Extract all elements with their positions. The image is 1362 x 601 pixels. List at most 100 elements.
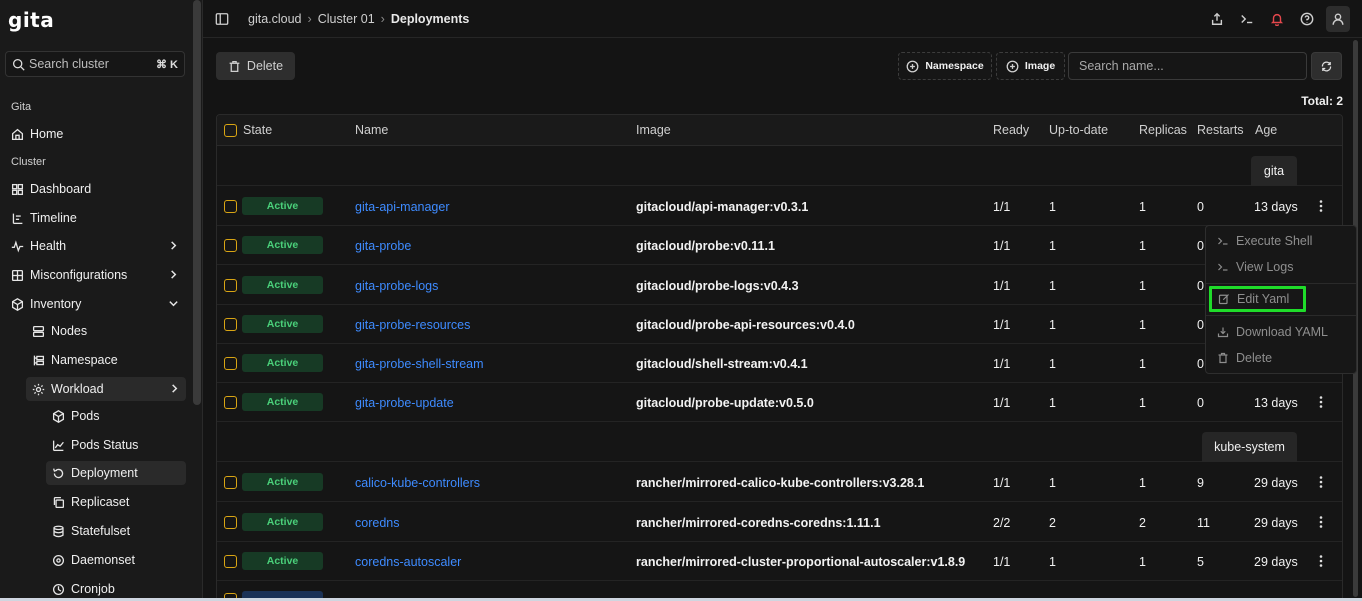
table-row[interactable]: Active coredns-autoscaler rancher/mirrored… bbox=[217, 542, 1342, 581]
cell-restarts: 0 bbox=[1197, 318, 1204, 332]
top-bar: gita.cloud › Cluster 01 › Deployments bbox=[203, 0, 1362, 38]
user-menu-button[interactable] bbox=[1326, 6, 1350, 32]
row-actions-button[interactable] bbox=[1314, 199, 1328, 213]
row-actions-button[interactable] bbox=[1314, 475, 1328, 489]
table-row[interactable]: Active gita-probe-shell-stream gitacloud/s… bbox=[217, 344, 1342, 383]
cell-name[interactable]: gita-api-manager bbox=[355, 200, 450, 214]
cell-name[interactable]: gita-probe-resources bbox=[355, 318, 470, 332]
column-header-age[interactable]: Age bbox=[1255, 123, 1277, 137]
sidebar-item-nodes[interactable]: Nodes bbox=[26, 319, 186, 343]
sidebar-scrollbar[interactable] bbox=[193, 0, 201, 405]
cell-uptodate: 1 bbox=[1049, 396, 1056, 410]
cell-ready: 1/1 bbox=[993, 279, 1011, 293]
menu-item-download-yaml[interactable]: Download YAML bbox=[1206, 320, 1356, 344]
sidebar-item-pods-status[interactable]: Pods Status bbox=[46, 433, 186, 457]
cell-name[interactable]: coredns-autoscaler bbox=[355, 555, 461, 569]
row-checkbox[interactable] bbox=[224, 200, 237, 213]
status-badge: Active bbox=[242, 315, 323, 333]
cell-ready: 1/1 bbox=[993, 318, 1011, 332]
share-button[interactable] bbox=[1206, 7, 1228, 31]
sidebar-item-inventory[interactable]: Inventory bbox=[5, 292, 185, 316]
row-checkbox[interactable] bbox=[224, 396, 237, 409]
delete-button-label: Delete bbox=[246, 59, 284, 73]
row-actions-button[interactable] bbox=[1314, 515, 1328, 529]
status-badge: Active bbox=[242, 236, 323, 254]
column-header-name[interactable]: Name bbox=[355, 123, 388, 137]
sidebar-item-deployment[interactable]: Deployment bbox=[46, 461, 186, 485]
help-icon bbox=[1300, 12, 1314, 26]
menu-item-edit-yaml[interactable]: Edit Yaml bbox=[1209, 286, 1306, 312]
column-header-uptodate[interactable]: Up-to-date bbox=[1049, 123, 1108, 137]
terminal-button[interactable] bbox=[1236, 7, 1258, 31]
row-checkbox[interactable] bbox=[224, 476, 237, 489]
app-logo[interactable]: gita bbox=[8, 8, 54, 32]
row-checkbox[interactable] bbox=[224, 318, 237, 331]
cell-uptodate: 2 bbox=[1049, 516, 1056, 530]
cell-name[interactable]: gita-probe-logs bbox=[355, 279, 438, 293]
row-actions-button[interactable] bbox=[1314, 395, 1328, 409]
row-checkbox[interactable] bbox=[224, 516, 237, 529]
cell-name[interactable]: gita-probe bbox=[355, 239, 411, 253]
sidebar-item-statefulset[interactable]: Statefulset bbox=[46, 519, 186, 543]
column-header-ready[interactable]: Ready bbox=[993, 123, 1029, 137]
menu-item-execute-shell[interactable]: Execute Shell bbox=[1206, 229, 1356, 253]
sidebar-item-label: Pods bbox=[71, 409, 100, 423]
table-row[interactable]: Active coredns rancher/mirrored-coredns-co… bbox=[217, 503, 1342, 542]
table-row[interactable]: Active calico-kube-controllers rancher/mir… bbox=[217, 463, 1342, 502]
column-header-image[interactable]: Image bbox=[636, 123, 671, 137]
breadcrumb-root[interactable]: gita.cloud bbox=[248, 12, 302, 26]
sidebar-item-health[interactable]: Health bbox=[5, 234, 185, 258]
table-row[interactable]: Active gita-probe-resources gitacloud/prob… bbox=[217, 305, 1342, 344]
column-header-restarts[interactable]: Restarts bbox=[1197, 123, 1244, 137]
share-icon bbox=[1211, 12, 1223, 25]
search-icon bbox=[12, 58, 25, 71]
cell-name[interactable]: calico-kube-controllers bbox=[355, 476, 480, 490]
refresh-button[interactable] bbox=[1311, 52, 1342, 80]
table-row[interactable]: Active gita-probe-update gitacloud/probe-u… bbox=[217, 383, 1342, 422]
menu-item-view-logs[interactable]: View Logs bbox=[1206, 255, 1356, 279]
delete-button[interactable]: Delete bbox=[216, 52, 295, 80]
image-filter-label: Image bbox=[1024, 60, 1056, 72]
sidebar-toggle-icon[interactable] bbox=[215, 12, 229, 26]
sidebar-item-replicaset[interactable]: Replicaset bbox=[46, 490, 186, 514]
menu-item-delete[interactable]: Delete bbox=[1206, 346, 1356, 370]
namespace-filter-button[interactable]: Namespace bbox=[898, 52, 992, 80]
sidebar-item-dashboard[interactable]: Dashboard bbox=[5, 177, 185, 201]
status-badge: Active bbox=[242, 276, 323, 294]
row-checkbox[interactable] bbox=[224, 357, 237, 370]
row-checkbox[interactable] bbox=[224, 555, 237, 568]
cell-name[interactable]: gita-probe-shell-stream bbox=[355, 357, 484, 371]
bell-icon bbox=[1270, 13, 1284, 26]
row-checkbox[interactable] bbox=[224, 239, 237, 252]
sidebar-item-misconfigurations[interactable]: Misconfigurations bbox=[5, 263, 185, 287]
row-context-menu: Execute Shell View Logs Edit Yaml Downlo… bbox=[1205, 225, 1357, 374]
top-actions bbox=[1206, 6, 1350, 32]
home-icon bbox=[11, 128, 24, 140]
table-row[interactable]: Active gita-probe-logs gitacloud/probe-log… bbox=[217, 266, 1342, 305]
column-header-replicas[interactable]: Replicas bbox=[1139, 123, 1187, 137]
help-button[interactable] bbox=[1296, 7, 1318, 31]
sidebar-item-daemonset[interactable]: Daemonset bbox=[46, 548, 186, 572]
select-all-checkbox[interactable] bbox=[224, 124, 237, 137]
sidebar-item-home[interactable]: Home bbox=[5, 122, 185, 146]
daemon-icon bbox=[52, 554, 65, 566]
sidebar-item-pods[interactable]: Pods bbox=[46, 404, 186, 428]
column-header-state[interactable]: State bbox=[243, 123, 272, 137]
cluster-search[interactable]: Search cluster ⌘ K bbox=[5, 51, 185, 77]
row-checkbox[interactable] bbox=[224, 279, 237, 292]
row-actions-button[interactable] bbox=[1314, 554, 1328, 568]
table-row[interactable]: Active gita-api-manager gitacloud/api-mana… bbox=[217, 187, 1342, 226]
image-filter-button[interactable]: Image bbox=[996, 52, 1065, 80]
cell-name[interactable]: gita-probe-update bbox=[355, 396, 454, 410]
cell-name[interactable]: coredns bbox=[355, 516, 399, 530]
sidebar-item-timeline[interactable]: Timeline bbox=[5, 206, 185, 230]
breadcrumb-cluster[interactable]: Cluster 01 bbox=[318, 12, 375, 26]
search-name-input[interactable] bbox=[1068, 52, 1307, 80]
notifications-button[interactable] bbox=[1266, 7, 1288, 31]
cell-ready: 1/1 bbox=[993, 396, 1011, 410]
cell-uptodate: 1 bbox=[1049, 239, 1056, 253]
table-row[interactable]: Active gita-probe gitacloud/probe:v0.11.1 1… bbox=[217, 226, 1342, 265]
sidebar-item-namespace[interactable]: Namespace bbox=[26, 348, 186, 372]
sidebar-item-workload[interactable]: Workload bbox=[26, 377, 186, 401]
terminal-icon bbox=[1241, 15, 1253, 24]
